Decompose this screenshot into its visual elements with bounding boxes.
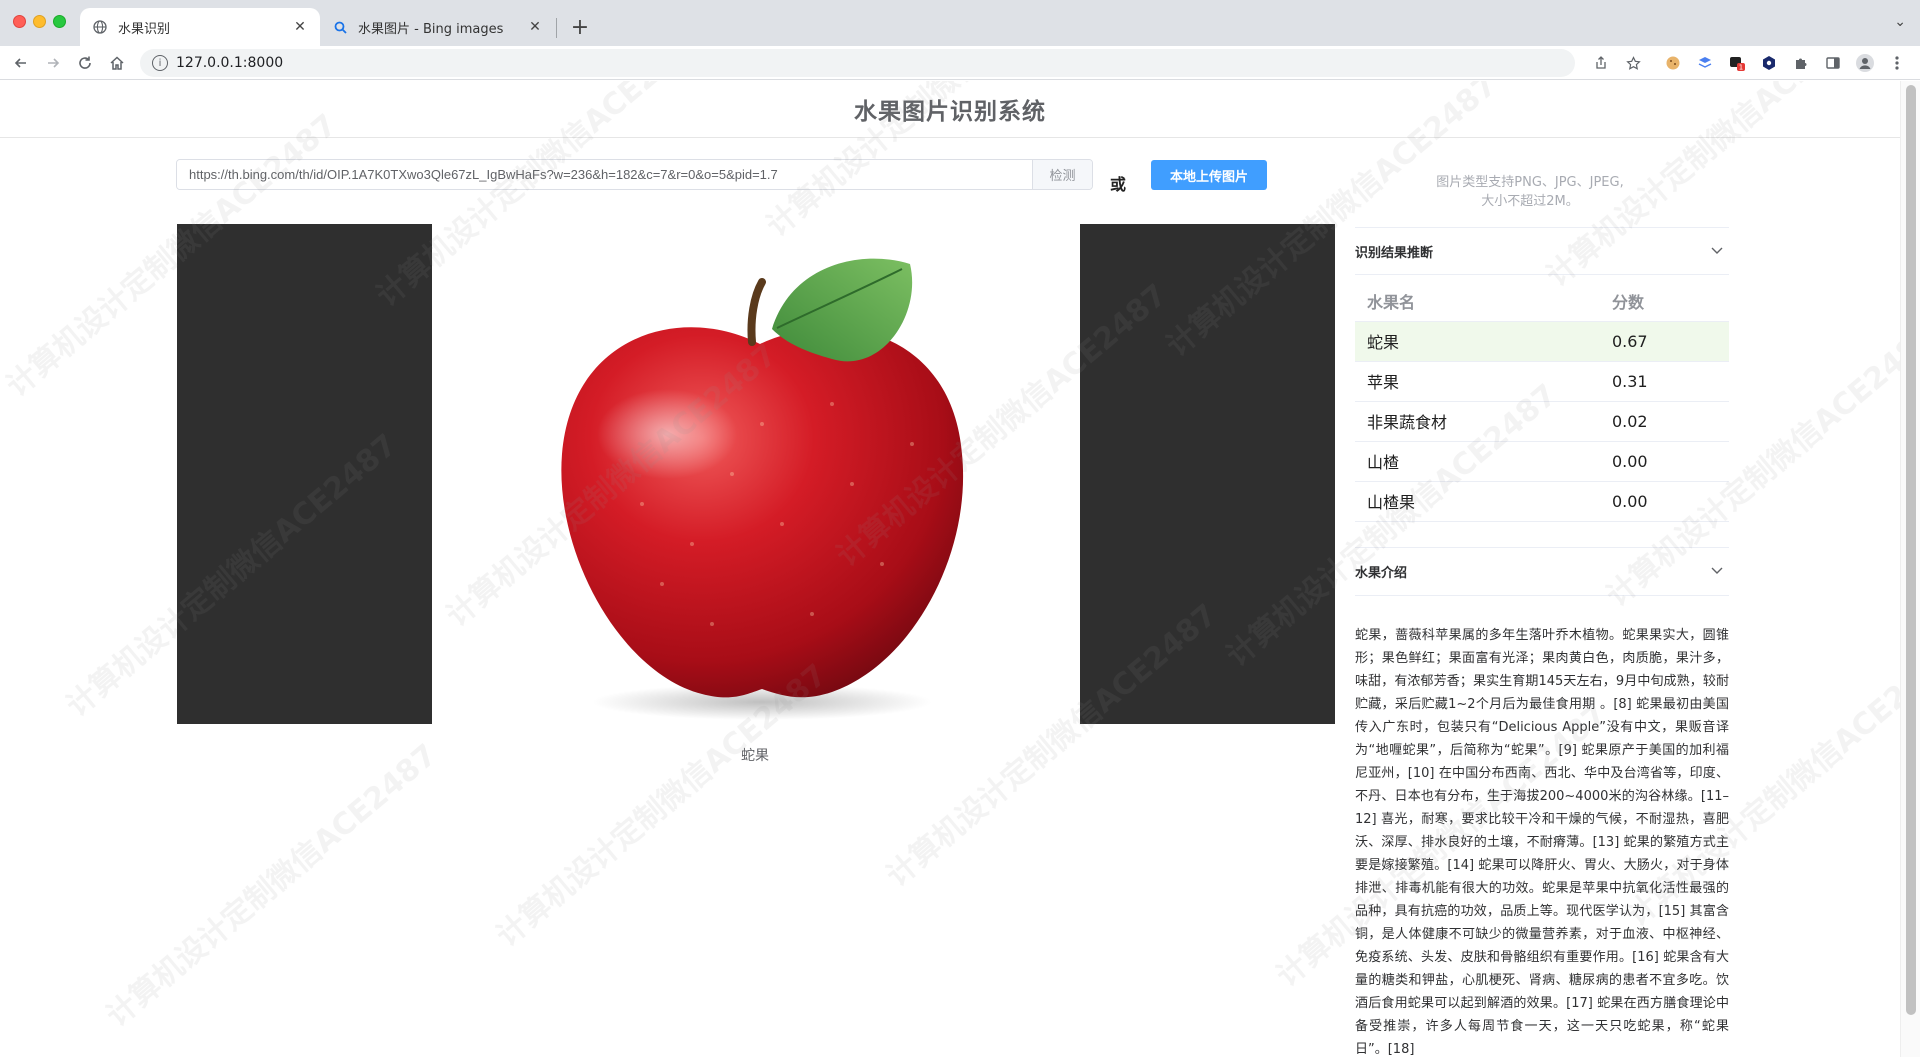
page-header: 水果图片识别系统 bbox=[0, 81, 1900, 138]
score-cell: 0.02 bbox=[1597, 401, 1729, 442]
detect-button[interactable]: 检测 bbox=[1032, 160, 1092, 189]
results-table: 水果名 分数 蛇果 0.67 苹果 0.31 非果蔬食材 0.02 山楂 0.0… bbox=[1355, 281, 1729, 522]
results-section-header[interactable]: 识别结果推断 bbox=[1355, 227, 1729, 275]
score-cell: 0.31 bbox=[1597, 361, 1729, 402]
table-row[interactable]: 山楂 0.00 bbox=[1355, 441, 1729, 482]
preview-letterbox-left bbox=[177, 224, 432, 724]
browser-tab-bar: 水果识别 ✕ 水果图片 - Bing images ✕ + ⌄ bbox=[0, 0, 1920, 46]
table-header-row: 水果名 分数 bbox=[1355, 281, 1729, 322]
window-close-button[interactable] bbox=[13, 15, 26, 28]
fruit-name-cell: 山楂 bbox=[1355, 441, 1598, 482]
share-icon[interactable] bbox=[1589, 51, 1613, 75]
side-panel-icon[interactable] bbox=[1821, 51, 1845, 75]
page-title: 水果图片识别系统 bbox=[854, 99, 1046, 125]
or-label: 或 bbox=[1110, 175, 1127, 194]
browser-menu-icon[interactable] bbox=[1885, 51, 1909, 75]
table-row[interactable]: 山楂果 0.00 bbox=[1355, 481, 1729, 522]
fruit-image bbox=[432, 224, 1080, 724]
upload-tip-line: 图片类型支持PNG、JPG、JPEG, bbox=[1436, 175, 1624, 190]
preview-letterbox-right bbox=[1080, 224, 1335, 724]
results-section-footer bbox=[1355, 522, 1729, 548]
window-minimize-button[interactable] bbox=[33, 15, 46, 28]
table-row[interactable]: 非果蔬食材 0.02 bbox=[1355, 401, 1729, 442]
column-header-score: 分数 bbox=[1597, 281, 1729, 322]
fruit-name-cell: 山楂果 bbox=[1355, 481, 1598, 522]
globe-icon bbox=[92, 19, 108, 35]
tab-title: 水果识别 bbox=[118, 21, 171, 37]
extension-cookie-icon[interactable] bbox=[1661, 51, 1685, 75]
tab-bing-images[interactable]: 水果图片 - Bing images ✕ bbox=[320, 8, 555, 46]
tab-fruit-recognition[interactable]: 水果识别 ✕ bbox=[80, 8, 320, 46]
window-zoom-button[interactable] bbox=[53, 15, 66, 28]
close-icon[interactable]: ✕ bbox=[527, 19, 543, 35]
fruit-name-cell: 苹果 bbox=[1355, 361, 1598, 402]
scrollbar-thumb[interactable] bbox=[1906, 85, 1916, 1015]
prediction-caption: 蛇果 bbox=[741, 748, 769, 764]
address-bar[interactable]: i 127.0.0.1:8000 bbox=[140, 49, 1575, 77]
result-panel: 识别结果推断 水果名 分数 蛇果 0.67 苹果 0.31 非果蔬食材 0.02… bbox=[1355, 227, 1729, 1057]
reload-icon[interactable] bbox=[73, 51, 97, 75]
image-url-group: 检测 bbox=[176, 159, 1093, 190]
forward-arrow-icon[interactable] bbox=[41, 51, 65, 75]
page-content: 水果图片识别系统 检测 或 本地上传图片 图片类型支持PNG、JPG、JPEG,… bbox=[0, 81, 1900, 1057]
column-header-name: 水果名 bbox=[1355, 281, 1598, 322]
svg-text:1: 1 bbox=[1739, 64, 1743, 72]
upload-local-image-button[interactable]: 本地上传图片 bbox=[1151, 160, 1267, 190]
bookmark-star-icon[interactable] bbox=[1621, 51, 1645, 75]
browser-toolbar: i 127.0.0.1:8000 1 bbox=[0, 46, 1920, 80]
image-url-input[interactable] bbox=[177, 160, 1032, 189]
fruit-introduction-text: 蛇果，蔷薇科苹果属的多年生落叶乔木植物。蛇果果实大，圆锥形；果色鲜红；果面富有光… bbox=[1355, 627, 1729, 1057]
site-info-icon[interactable]: i bbox=[152, 55, 168, 71]
address-text: 127.0.0.1:8000 bbox=[176, 55, 284, 71]
page-scrollbar[interactable] bbox=[1900, 81, 1920, 1057]
chevron-down-icon[interactable]: ⌄ bbox=[1894, 14, 1906, 30]
extensions-puzzle-icon[interactable] bbox=[1789, 51, 1813, 75]
chevron-down-icon bbox=[1711, 244, 1723, 258]
tab-title: 水果图片 - Bing images bbox=[358, 21, 504, 37]
tab-separator bbox=[556, 18, 557, 38]
home-icon[interactable] bbox=[105, 51, 129, 75]
fruit-name-cell: 蛇果 bbox=[1355, 321, 1598, 362]
score-cell: 0.67 bbox=[1597, 321, 1729, 362]
extension-layers-icon[interactable] bbox=[1693, 51, 1717, 75]
fruit-name-cell: 非果蔬食材 bbox=[1355, 401, 1598, 442]
profile-avatar-icon[interactable] bbox=[1853, 51, 1877, 75]
chevron-down-icon bbox=[1711, 564, 1723, 578]
table-row[interactable]: 蛇果 0.67 bbox=[1355, 321, 1729, 362]
search-icon bbox=[332, 19, 348, 35]
back-arrow-icon[interactable] bbox=[9, 51, 33, 75]
intro-section-title: 水果介绍 bbox=[1355, 565, 1408, 581]
extension-hexagon-icon[interactable] bbox=[1757, 51, 1781, 75]
upload-tip-line: 大小不超过2M。 bbox=[1481, 194, 1579, 209]
close-icon[interactable]: ✕ bbox=[292, 19, 308, 35]
image-preview bbox=[177, 224, 1335, 724]
table-row[interactable]: 苹果 0.31 bbox=[1355, 361, 1729, 402]
intro-section-header[interactable]: 水果介绍 bbox=[1355, 548, 1729, 596]
upload-tip: 图片类型支持PNG、JPG、JPEG, 大小不超过2M。 bbox=[1410, 173, 1650, 211]
new-tab-button[interactable]: + bbox=[566, 13, 594, 41]
extension-badge-icon[interactable]: 1 bbox=[1725, 51, 1749, 75]
score-cell: 0.00 bbox=[1597, 441, 1729, 482]
results-section-title: 识别结果推断 bbox=[1355, 245, 1434, 261]
watermark-text: 计算机设计定制微信ACE2487 bbox=[100, 737, 444, 1034]
score-cell: 0.00 bbox=[1597, 481, 1729, 522]
